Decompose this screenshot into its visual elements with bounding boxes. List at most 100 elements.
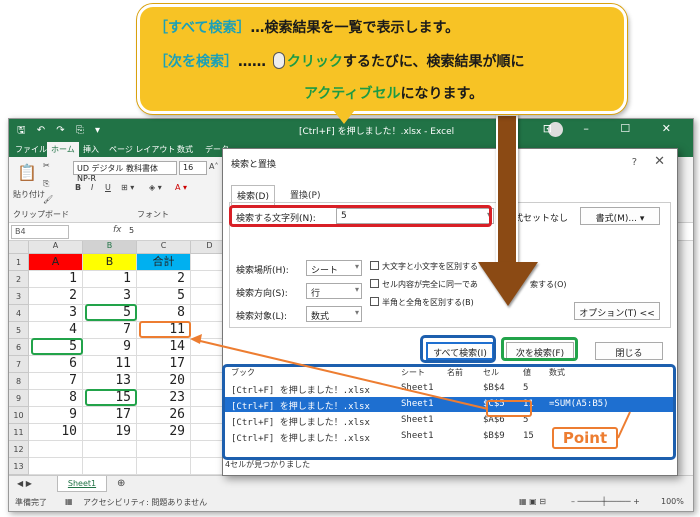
- cell[interactable]: 26: [137, 407, 191, 424]
- tab-insert[interactable]: 挿入: [83, 144, 99, 155]
- cell[interactable]: 10: [29, 424, 83, 441]
- row-header[interactable]: 1: [9, 254, 29, 271]
- window-controls[interactable]: ⊡ – ☐ ✕: [543, 122, 685, 135]
- cell[interactable]: [137, 458, 191, 475]
- font-size-select[interactable]: 16: [179, 161, 207, 175]
- cell[interactable]: 7: [83, 322, 137, 339]
- tab-file[interactable]: ファイル: [15, 144, 47, 155]
- cell[interactable]: 3: [29, 305, 83, 322]
- cell[interactable]: 5: [137, 288, 191, 305]
- match-entire-checkbox[interactable]: セル内容が完全に同一であ: [370, 279, 478, 290]
- cell[interactable]: [29, 458, 83, 475]
- header-cell[interactable]: 合計: [137, 254, 191, 271]
- row-header[interactable]: 10: [9, 407, 29, 424]
- tab-formulas[interactable]: 数式: [177, 144, 193, 155]
- add-sheet-icon[interactable]: ⊕: [117, 478, 125, 489]
- match-case-checkbox[interactable]: 大文字と小文字を区別する: [370, 261, 478, 272]
- font-group-label: フォント: [137, 210, 169, 219]
- cell[interactable]: 9: [83, 339, 137, 356]
- name-box[interactable]: B4: [11, 225, 69, 239]
- row-header[interactable]: 5: [9, 322, 29, 339]
- cell[interactable]: 7: [29, 373, 83, 390]
- cell[interactable]: 17: [137, 356, 191, 373]
- paste-icon[interactable]: 📋: [17, 163, 37, 182]
- cell[interactable]: 19: [83, 424, 137, 441]
- row-header[interactable]: 2: [9, 271, 29, 288]
- select-all-corner[interactable]: [9, 241, 29, 254]
- row-header[interactable]: 3: [9, 288, 29, 305]
- row-header[interactable]: 12: [9, 441, 29, 458]
- row-header[interactable]: 13: [9, 458, 29, 475]
- zoom-level[interactable]: 100%: [661, 497, 684, 506]
- cell[interactable]: 4: [29, 322, 83, 339]
- cell[interactable]: 11: [83, 356, 137, 373]
- cell[interactable]: 8: [137, 305, 191, 322]
- cell[interactable]: 9: [29, 407, 83, 424]
- row-header[interactable]: 6: [9, 339, 29, 356]
- cell[interactable]: 29: [137, 424, 191, 441]
- cell[interactable]: 2: [137, 271, 191, 288]
- help-button[interactable]: ?: [632, 157, 637, 168]
- cell[interactable]: 3: [83, 288, 137, 305]
- column-header-b[interactable]: B: [83, 241, 137, 254]
- header-cell[interactable]: A: [29, 254, 83, 271]
- cell[interactable]: 23: [137, 390, 191, 407]
- zoom-slider[interactable]: – ─────┼───── +: [571, 497, 640, 506]
- bold-button[interactable]: B: [75, 183, 81, 192]
- checkbox-box[interactable]: [370, 261, 379, 270]
- search-direction-select[interactable]: 行 ▾: [306, 283, 362, 299]
- close-button[interactable]: 閉じる: [595, 342, 663, 360]
- cut-icon[interactable]: ✂: [43, 161, 50, 170]
- cell[interactable]: 20: [137, 373, 191, 390]
- column-header-a[interactable]: A: [29, 241, 83, 254]
- increase-font-icon[interactable]: A˄: [209, 162, 218, 171]
- cell[interactable]: 2: [29, 288, 83, 305]
- cell[interactable]: 1: [29, 271, 83, 288]
- row-header[interactable]: 11: [9, 424, 29, 441]
- underline-button[interactable]: U: [105, 183, 111, 192]
- row-header[interactable]: 4: [9, 305, 29, 322]
- within-select[interactable]: シート ▾: [306, 260, 362, 276]
- format-button[interactable]: 書式(M)... ▾: [580, 207, 660, 225]
- sheet-tab[interactable]: Sheet1: [57, 476, 107, 492]
- formula-input[interactable]: 5: [129, 226, 134, 235]
- row-header[interactable]: 9: [9, 390, 29, 407]
- cell[interactable]: 8: [29, 390, 83, 407]
- cell[interactable]: 14: [137, 339, 191, 356]
- copy-icon[interactable]: ⎘: [43, 179, 49, 189]
- fill-color-icon[interactable]: ◈ ▾: [149, 183, 162, 192]
- fx-icon[interactable]: fx: [113, 225, 122, 235]
- border-icon[interactable]: ⊞ ▾: [121, 183, 134, 192]
- font-color-icon[interactable]: A ▾: [175, 183, 187, 192]
- sheet-nav-icon[interactable]: ◀ ▶: [17, 479, 32, 488]
- match-width-checkbox[interactable]: 半角と全角を区別する(B): [370, 297, 474, 308]
- format-painter-icon[interactable]: 🖌: [43, 195, 53, 204]
- cell[interactable]: [137, 441, 191, 458]
- tab-page-layout[interactable]: ページ レイアウト: [109, 144, 175, 155]
- cell[interactable]: [83, 441, 137, 458]
- view-buttons[interactable]: ▦ ▣ ⊟: [519, 497, 546, 506]
- header-cell[interactable]: B: [83, 254, 137, 271]
- cell[interactable]: [83, 458, 137, 475]
- cell[interactable]: 13: [83, 373, 137, 390]
- checkbox-box[interactable]: [370, 279, 379, 288]
- checkbox-box[interactable]: [370, 297, 379, 306]
- paste-label[interactable]: 貼り付け: [13, 189, 45, 200]
- cell[interactable]: [29, 441, 83, 458]
- row-header[interactable]: 8: [9, 373, 29, 390]
- font-name-select[interactable]: UD デジタル 教科書体 NP-R: [73, 161, 177, 183]
- look-in-select[interactable]: 数式 ▾: [306, 306, 362, 322]
- quick-access-toolbar[interactable]: 🖫 ↶ ↷ ⎘ ▾: [17, 123, 104, 140]
- options-button[interactable]: オプション(T) <<: [574, 302, 660, 320]
- accessibility-status[interactable]: アクセシビリティ: 問題ありません: [83, 497, 207, 508]
- column-header-c[interactable]: C: [137, 241, 191, 254]
- cell[interactable]: 17: [83, 407, 137, 424]
- cell[interactable]: 6: [29, 356, 83, 373]
- close-icon[interactable]: ✕: [654, 154, 665, 169]
- worksheet-grid[interactable]: A B C D 1 A B 合計 2 1 1 2 3 2 3 5 4 3 5 8 5 4 7 11 6 5 9 14 7 6 11 1…: [9, 241, 229, 475]
- tab-home[interactable]: ホーム: [47, 142, 79, 157]
- italic-button[interactable]: I: [91, 183, 93, 192]
- cell[interactable]: 1: [83, 271, 137, 288]
- row-header[interactable]: 7: [9, 356, 29, 373]
- macro-icon[interactable]: ▦: [65, 497, 73, 506]
